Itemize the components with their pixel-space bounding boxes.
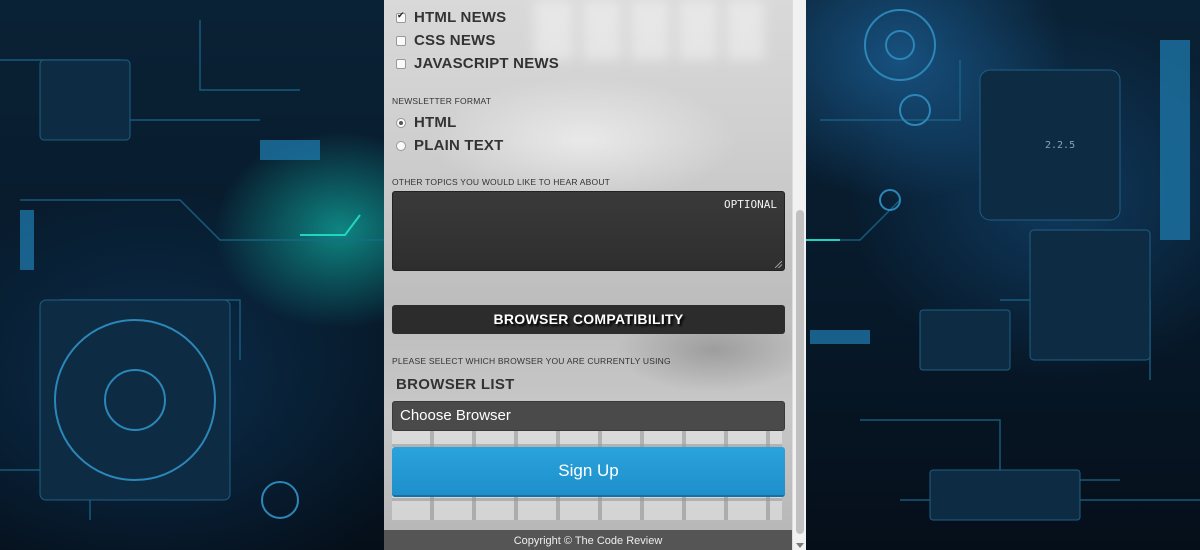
format-label: PLAIN TEXT: [414, 137, 504, 154]
panel-background-decor: [534, 0, 764, 60]
checkbox[interactable]: [396, 35, 406, 46]
scroll-down-arrow-icon[interactable]: [796, 543, 804, 548]
newsletter-format-label: NEWSLETTER FORMAT: [392, 96, 492, 106]
checkbox-checked[interactable]: [396, 11, 406, 23]
checkbox[interactable]: [396, 58, 406, 69]
svg-text:2.2.5: 2.2.5: [1045, 140, 1075, 151]
radio-selected[interactable]: [396, 117, 406, 128]
footer-copyright: Copyright © The Code Review: [384, 530, 792, 550]
other-topics-textarea[interactable]: OPTIONAL: [392, 191, 785, 271]
topic-option-css[interactable]: CSS NEWS: [396, 32, 496, 49]
format-option-plain-text[interactable]: PLAIN TEXT: [396, 137, 504, 154]
textarea-placeholder: OPTIONAL: [724, 198, 777, 211]
format-option-html[interactable]: HTML: [396, 114, 456, 131]
resize-grip-icon[interactable]: [775, 261, 782, 268]
radio[interactable]: [396, 140, 406, 151]
browser-compatibility-heading: BROWSER COMPATIBILITY: [392, 305, 785, 334]
browser-instruction: PLEASE SELECT WHICH BROWSER YOU ARE CURR…: [392, 356, 671, 366]
topic-label: JAVASCRIPT NEWS: [414, 55, 559, 72]
topic-label: HTML NEWS: [414, 9, 507, 26]
other-topics-label: OTHER TOPICS YOU WOULD LIKE TO HEAR ABOU…: [392, 177, 611, 187]
topic-option-html[interactable]: HTML NEWS: [396, 9, 506, 26]
browser-select[interactable]: Choose Browser: [392, 401, 785, 431]
topic-option-javascript[interactable]: JAVASCRIPT NEWS: [396, 55, 559, 72]
page-scrollbar[interactable]: [792, 0, 806, 550]
sign-up-button[interactable]: Sign Up: [392, 447, 785, 497]
scrollbar-thumb[interactable]: [796, 210, 804, 534]
topic-label: CSS NEWS: [414, 32, 496, 49]
browser-list-label: BROWSER LIST: [396, 376, 515, 393]
format-label: HTML: [414, 114, 457, 131]
